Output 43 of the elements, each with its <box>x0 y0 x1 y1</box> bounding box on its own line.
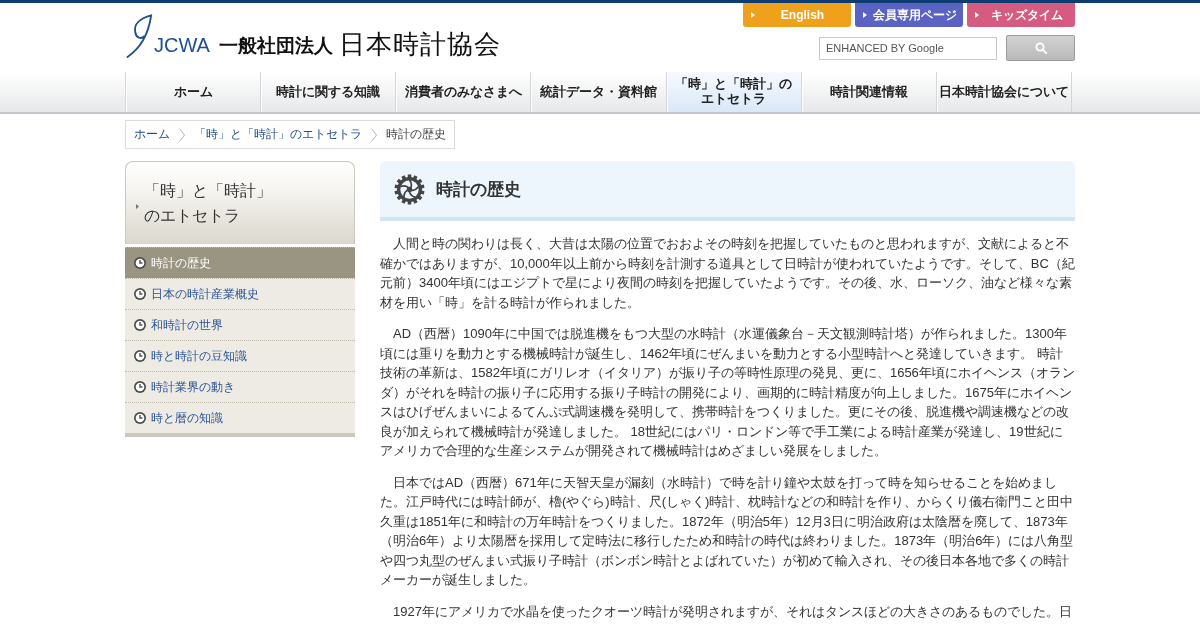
sidebar-item[interactable]: 時と時計の豆知識 <box>125 340 355 371</box>
article-paragraph: 人間と時の関わりは長く、大昔は太陽の位置でおおよその時刻を把握していたものと思われますが、文献によると不確かではありますが、10,000年以上前から時刻を計測する道具として日時計が使われていたようです。そして、BC（紀元前）3400年頃にはエジプトで星により夜間の時刻を把握していたようです。その後、水、ローソク、油など様々な素材を用い「時」を計る時計が作られました。 <box>380 235 1075 312</box>
top-link[interactable]: キッズタイム <box>967 3 1075 27</box>
sidebar-title: 「時」と「時計」のエトセトラ <box>144 181 273 226</box>
nav-tab[interactable]: 消費者のみなさまへ <box>396 72 532 112</box>
article-paragraph: 日本ではAD（西暦）671年に天智天皇が漏刻（水時計）で時を計り鐘や太鼓を打って時を知らせることを始めました。江戸時代には時計師が、櫓(やぐら)時計、尺(しゃく)時計、枕時計などの和時計を作り、からくり儀右衛門こと田中久重は1851年に和時計の万年時計をつくりました。1872年（明治5年）12月3日に明治政府は太陰暦を廃して、1873年（明治6年）より太陽暦を採用して定時法に移行したため和時計の時代は終わりました。1873年（明治6年）には八角型や四つ丸型のぜんまい式振り子時計（ボンボン時計とよばれていた）が初めて輸入され、その後日本各地で多くの時計メーカーが誕生しました。 <box>380 473 1075 589</box>
clock-icon <box>134 288 146 300</box>
nav-tab[interactable]: 日本時計協会について <box>936 72 1072 112</box>
sidebar-item[interactable]: 時計業界の動き <box>125 371 355 402</box>
article-paragraph: 1927年にアメリカで水晶を使ったクオーツ時計が発明されますが、それはタンスほどの大きさのあるものでした。日 <box>392 602 1073 621</box>
triangle-icon <box>975 12 979 18</box>
article-title: 時計の歴史 <box>436 178 521 201</box>
breadcrumb-link[interactable]: 「時」と「時計」のエトセトラ <box>194 126 362 143</box>
search-icon <box>1034 42 1047 54</box>
sidebar-item[interactable]: 日本の時計産業概史 <box>125 278 355 309</box>
triangle-icon <box>136 203 139 209</box>
clock-icon <box>134 257 146 269</box>
site-title: 日本時計協会 <box>338 31 501 61</box>
nav-tab[interactable]: 時計に関する知識 <box>261 72 397 112</box>
sidebar-item[interactable]: 和時計の世界 <box>125 309 355 340</box>
top-link[interactable]: 会員専用ページ <box>855 3 963 27</box>
sidebar-item[interactable]: 時と暦の知識 <box>125 402 355 433</box>
nav-tab[interactable]: 時計関連情報 <box>801 72 937 112</box>
triangle-icon <box>751 12 755 18</box>
search-field[interactable]: ENHANCED BY Google <box>819 36 997 60</box>
swoosh-logo-icon <box>125 11 153 61</box>
triangle-icon <box>863 12 867 18</box>
breadcrumb-link[interactable]: ホーム <box>134 126 170 143</box>
search-button[interactable] <box>1006 35 1075 61</box>
nav-tab[interactable]: ホーム <box>126 72 262 112</box>
chevron-icon <box>371 127 377 142</box>
article-paragraph: AD（西暦）1090年に中国では脱進機をもつ大型の水時計（水運儀象台－天文観測時計塔）が作られました。1300年頃には重りを動力とする機械時計が誕生し、1462年頃にぜんまいを動力とする小型時計へと発達していきます。 時計技術の革新は、1582年頃にガリレオ（イタリア）が振り子の等時性原理の発見、更に、1656年頃にホイヘンス（オランダ）がそれを時計の振り子に応用する振り子時計の開発により、画期的に時計精度が向上しました。1675年にホイヘンスはひげぜんまいによるてんぷ式調速機を発明して、携帯時計をつくりました。更にその後、脱進機や調速機などの改良が加えられて機械時計が発達しました。 18世紀にはパリ・ロンドン等で手工業による時計産業が発達し、19世紀にアメリカで合理的な生産システムが開発されて機械時計はめざましい発展をしました。 <box>380 325 1075 460</box>
gear-icon <box>394 173 425 205</box>
clock-icon <box>134 381 146 393</box>
breadcrumb-current: 時計の歴史 <box>386 126 446 143</box>
clock-icon <box>134 412 146 424</box>
organization-type: 一般社団法人 <box>218 36 333 58</box>
logo-abbreviation: JCWA <box>154 35 210 58</box>
clock-icon <box>134 319 146 331</box>
nav-tab[interactable]: 「時」と「時計」のエトセトラ <box>666 72 802 112</box>
chevron-icon <box>179 127 185 142</box>
nav-tab[interactable]: 統計データ・資料館 <box>531 72 667 112</box>
clock-icon <box>134 350 146 362</box>
